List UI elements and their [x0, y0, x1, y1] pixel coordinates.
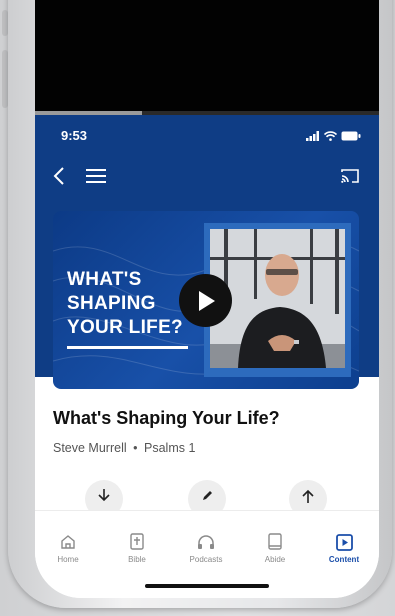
- notes-icon: [202, 491, 212, 500]
- menu-icon[interactable]: [85, 166, 107, 186]
- sermon-title: What's Shaping Your Life?: [53, 408, 280, 428]
- scripture-passage[interactable]: Psalms 1: [144, 441, 195, 455]
- artwork-underline: [67, 346, 188, 349]
- meta-separator: •: [133, 441, 138, 455]
- tab-content[interactable]: Content: [314, 531, 374, 564]
- sermon-meta: Steve Murrell • Psalms 1: [53, 441, 195, 455]
- speaker-name[interactable]: Steve Murrell: [53, 441, 127, 455]
- cast-icon[interactable]: [339, 166, 361, 186]
- tab-home[interactable]: Home: [38, 531, 98, 564]
- play-icon: [198, 290, 215, 311]
- sermon-artwork[interactable]: WHAT'S SHAPING YOUR LIFE?: [53, 211, 359, 389]
- wifi-icon: [324, 131, 337, 141]
- artwork-title-line: YOUR LIFE?: [67, 317, 183, 338]
- tab-abide[interactable]: Abide: [245, 531, 305, 564]
- phone-screen: 9:53 WHAT'S SHAPING YOUR LIFE? What's Sh…: [35, 0, 379, 598]
- signal-icon: [306, 131, 319, 141]
- status-bar: 9:53: [61, 128, 361, 146]
- share-icon: [302, 489, 314, 503]
- bible-icon: [130, 533, 144, 550]
- download-icon: [98, 489, 110, 502]
- play-square-icon: [335, 533, 353, 551]
- tab-label: Podcasts: [189, 555, 223, 564]
- tab-label: Home: [57, 555, 79, 564]
- headphones-icon: [198, 535, 214, 549]
- tab-bible[interactable]: Bible: [107, 531, 167, 564]
- play-button[interactable]: [179, 274, 232, 327]
- home-icon: [61, 535, 75, 549]
- status-time: 9:53: [61, 128, 88, 143]
- artwork-title-line: SHAPING: [67, 293, 156, 314]
- tab-podcasts[interactable]: Podcasts: [176, 531, 236, 564]
- artwork-title-line: WHAT'S: [67, 269, 142, 290]
- tab-label: Bible: [128, 555, 146, 564]
- home-indicator[interactable]: [145, 584, 269, 588]
- video-player[interactable]: [35, 0, 379, 112]
- tab-label: Abide: [264, 555, 286, 564]
- tab-label: Content: [328, 555, 360, 564]
- book-icon: [268, 533, 282, 550]
- top-navigation-bar: [35, 160, 379, 192]
- battery-icon: [341, 131, 361, 141]
- back-icon[interactable]: [49, 164, 69, 188]
